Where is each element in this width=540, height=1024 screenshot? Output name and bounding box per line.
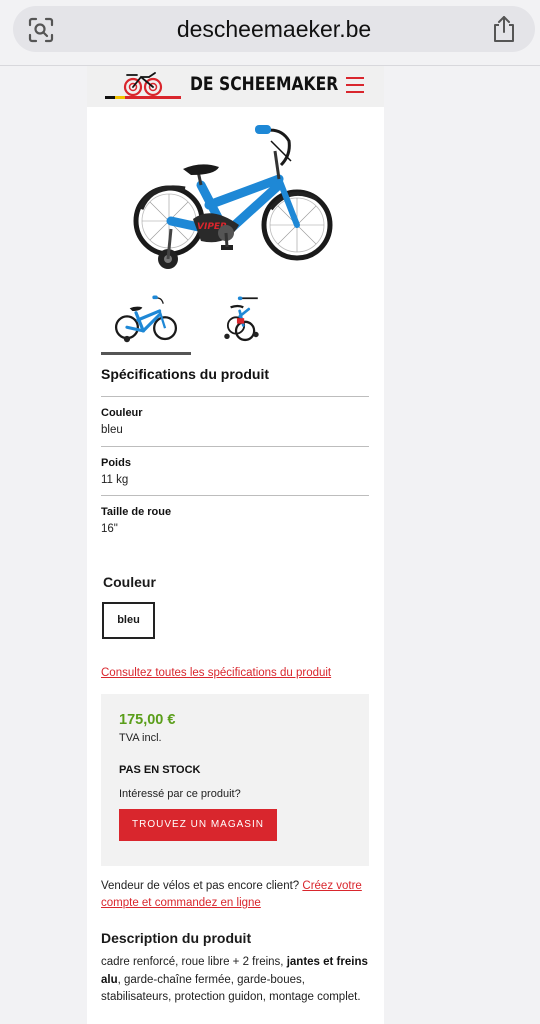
desc-part-2: , garde-chaîne fermée, garde-boues, stab… <box>101 973 361 1004</box>
specs-table: Couleur bleu Poids 11 kg Taille de roue … <box>101 396 369 545</box>
site-page: DE SCHEEMAKER VIPER Spécifications du pr… <box>87 66 384 1024</box>
address-bar[interactable]: descheemaeker.be <box>13 6 535 52</box>
price: 175,00 € <box>119 712 176 728</box>
vendor-note: Vendeur de vélos et pas encore client? C… <box>101 878 371 912</box>
interest-text: Intéressé par ce produit? <box>119 788 241 800</box>
desc-part-1: cadre renforcé, roue libre + 2 freins, <box>101 956 287 968</box>
spec-label: Taille de roue <box>101 506 172 518</box>
price-panel: 175,00 € TVA incl. PAS EN STOCK Intéress… <box>101 694 369 866</box>
vat-note: TVA incl. <box>119 732 162 744</box>
specs-heading: Spécifications du produit <box>101 366 270 382</box>
color-option-button[interactable]: bleu <box>102 602 155 639</box>
description-text: cadre renforcé, roue libre + 2 freins, j… <box>101 954 371 1007</box>
product-main-image[interactable]: VIPER <box>131 121 341 281</box>
spec-value: bleu <box>101 424 123 436</box>
thumbnail-front-view[interactable] <box>201 291 291 355</box>
vendor-text: Vendeur de vélos et pas encore client? <box>101 880 303 892</box>
find-store-button[interactable]: TROUVEZ UN MAGASIN <box>119 809 277 841</box>
browser-bar: descheemaeker.be <box>0 0 540 66</box>
spec-value: 16" <box>101 523 118 535</box>
spec-value: 11 kg <box>101 473 129 486</box>
stock-status: PAS EN STOCK <box>119 764 201 776</box>
all-specs-link[interactable]: Consultez toutes les spécifications du p… <box>101 667 331 679</box>
description-heading: Description du produit <box>101 930 252 946</box>
share-icon[interactable] <box>491 15 517 43</box>
color-heading: Couleur <box>103 574 156 590</box>
hamburger-menu-icon[interactable] <box>346 77 364 93</box>
thumbnail-strip <box>101 291 371 355</box>
spec-label: Couleur <box>101 407 143 419</box>
url-text[interactable]: descheemaeker.be <box>13 6 535 52</box>
spec-row-wheel-size: Taille de roue 16" <box>101 495 369 545</box>
bicycle-logo-icon[interactable] <box>103 69 183 103</box>
spec-label: Poids <box>101 456 131 469</box>
spec-row-weight: Poids 11 kg <box>101 445 369 496</box>
brand-name[interactable]: DE SCHEEMAKER <box>190 73 338 95</box>
site-header: DE SCHEEMAKER <box>87 66 384 107</box>
spec-row-color: Couleur bleu <box>101 396 369 446</box>
thumbnail-side-view[interactable] <box>101 291 191 355</box>
